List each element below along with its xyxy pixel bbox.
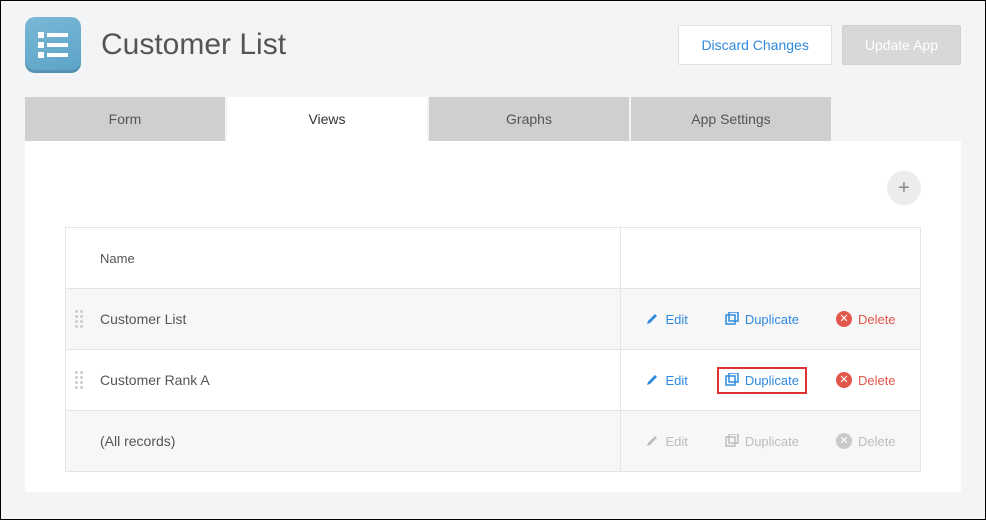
- drag-handle-icon[interactable]: [75, 371, 87, 389]
- column-name-header: Name: [96, 251, 620, 266]
- table-row: Customer List Edit Duplicate ✕ Delete: [66, 289, 920, 350]
- pencil-icon: [645, 434, 659, 448]
- delete-label: Delete: [858, 434, 896, 449]
- plus-icon: +: [898, 177, 910, 200]
- delete-button[interactable]: ✕ Delete: [828, 366, 904, 394]
- duplicate-label: Duplicate: [745, 312, 799, 327]
- pencil-icon: [645, 312, 659, 326]
- edit-button: Edit: [637, 428, 695, 455]
- delete-button[interactable]: ✕ Delete: [828, 305, 904, 333]
- delete-icon: ✕: [836, 433, 852, 449]
- duplicate-icon: [725, 434, 739, 448]
- edit-label: Edit: [665, 373, 687, 388]
- delete-icon: ✕: [836, 311, 852, 327]
- app-list-icon: [25, 17, 81, 73]
- tab-views[interactable]: Views: [227, 97, 427, 141]
- edit-label: Edit: [665, 312, 687, 327]
- pencil-icon: [645, 373, 659, 387]
- edit-button[interactable]: Edit: [637, 306, 695, 333]
- add-view-button[interactable]: +: [887, 171, 921, 205]
- page-title: Customer List: [101, 28, 678, 62]
- delete-label: Delete: [858, 373, 896, 388]
- duplicate-label: Duplicate: [745, 434, 799, 449]
- duplicate-icon: [725, 312, 739, 326]
- duplicate-button[interactable]: Duplicate: [717, 306, 807, 333]
- table-header: Name: [66, 228, 920, 289]
- update-app-button[interactable]: Update App: [842, 25, 961, 65]
- views-panel: + Name Customer List Edit: [25, 141, 961, 492]
- view-name: Customer Rank A: [96, 372, 620, 388]
- delete-icon: ✕: [836, 372, 852, 388]
- tab-app-settings[interactable]: App Settings: [631, 97, 831, 141]
- table-row: (All records) Edit Duplicate ✕ Delete: [66, 411, 920, 471]
- duplicate-icon: [725, 373, 739, 387]
- duplicate-button: Duplicate: [717, 428, 807, 455]
- delete-button: ✕ Delete: [828, 427, 904, 455]
- edit-button[interactable]: Edit: [637, 367, 695, 394]
- drag-handle-icon[interactable]: [75, 310, 87, 328]
- tab-graphs[interactable]: Graphs: [429, 97, 629, 141]
- duplicate-button[interactable]: Duplicate: [717, 367, 807, 394]
- view-name: (All records): [96, 433, 620, 449]
- views-table: Name Customer List Edit: [65, 227, 921, 472]
- view-name: Customer List: [96, 311, 620, 327]
- delete-label: Delete: [858, 312, 896, 327]
- discard-changes-button[interactable]: Discard Changes: [678, 25, 831, 65]
- tab-form[interactable]: Form: [25, 97, 225, 141]
- edit-label: Edit: [665, 434, 687, 449]
- tab-bar: Form Views Graphs App Settings: [1, 97, 985, 141]
- duplicate-label: Duplicate: [745, 373, 799, 388]
- table-row: Customer Rank A Edit Duplicate ✕ Delet: [66, 350, 920, 411]
